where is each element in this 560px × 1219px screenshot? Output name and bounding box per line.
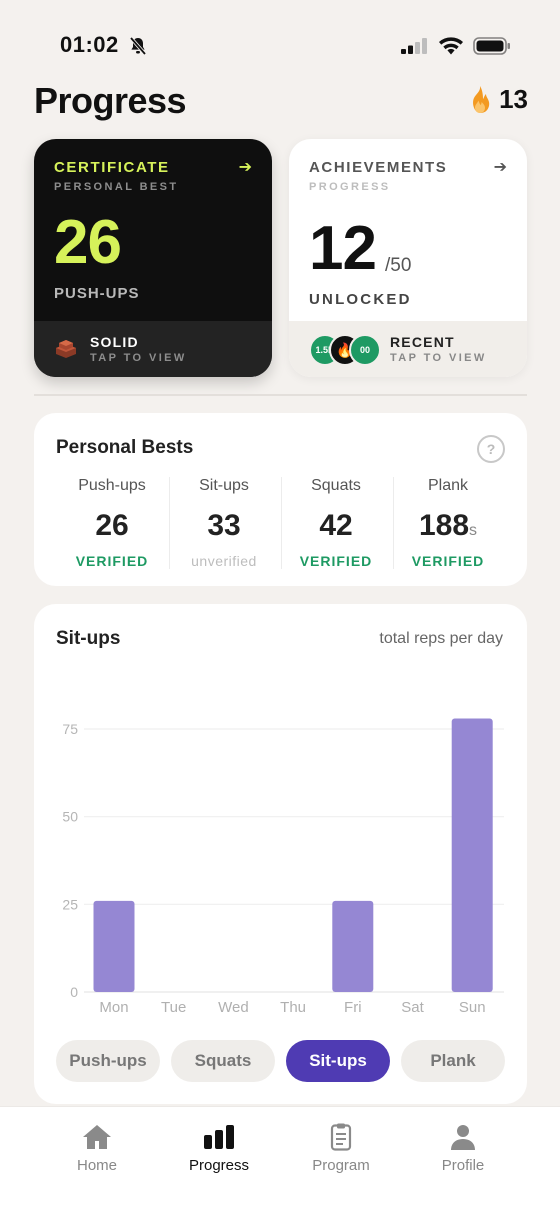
- clipboard-icon: [330, 1123, 352, 1151]
- tab-program[interactable]: Program: [291, 1123, 391, 1174]
- achievements-footer-sub: TAP TO VIEW: [390, 352, 487, 364]
- tab-bar: Home Progress Program Profile: [0, 1106, 560, 1219]
- bar-mon: [93, 900, 135, 992]
- flame-icon: [473, 85, 490, 113]
- pb-name: Squats: [311, 477, 361, 494]
- pb-status: VERIFIED: [299, 553, 373, 569]
- certificate-footer[interactable]: SOLID TAP TO VIEW: [34, 321, 272, 377]
- recent-badges: 1.5K 🔥 00: [309, 334, 381, 366]
- x-tick-label: Mon: [99, 999, 128, 1016]
- divider: [34, 394, 527, 396]
- y-tick-label: 50: [62, 809, 78, 825]
- streak-count: 13: [499, 84, 528, 114]
- pb-squats[interactable]: Squats 42 VERIFIED: [280, 475, 392, 569]
- bell-muted-icon: [129, 36, 147, 56]
- x-tick-label: Sun: [459, 999, 486, 1016]
- certificate-value: 26: [54, 208, 122, 277]
- segment-pushups[interactable]: Push-ups: [56, 1040, 160, 1082]
- y-tick-label: 25: [62, 896, 78, 912]
- bar-fri: [332, 900, 374, 992]
- chart-card: Sit-ups total reps per day 0 25 50 75 Mon Tue…: [34, 604, 527, 1104]
- tab-label: Progress: [188, 1157, 250, 1174]
- x-tick-label: Sat: [401, 999, 424, 1016]
- pb-name: Plank: [427, 477, 469, 494]
- person-icon: [451, 1125, 475, 1150]
- x-tick-label: Wed: [218, 999, 249, 1016]
- achievements-card[interactable]: ACHIEVEMENTS ➔ PROGRESS 12 /50 UNLOCKED …: [289, 139, 527, 377]
- pb-value: 42: [319, 509, 353, 542]
- pb-name: Push-ups: [78, 477, 146, 494]
- help-icon[interactable]: ?: [477, 435, 505, 463]
- achievements-total: /50: [385, 255, 412, 276]
- pb-value: 188s: [418, 509, 478, 542]
- certificate-sublabel: PERSONAL BEST: [54, 181, 179, 193]
- achievements-unit: UNLOCKED: [309, 291, 412, 308]
- tab-progress[interactable]: Progress: [169, 1123, 269, 1174]
- achievements-label: ACHIEVEMENTS: [309, 159, 448, 176]
- bar-chart: 0 25 50 75 Mon Tue Wed Thu Fri Sat Sun: [62, 718, 504, 1016]
- achievements-value: 12: [309, 214, 377, 283]
- bar-sun: [451, 718, 493, 992]
- segment-plank[interactable]: Plank: [401, 1040, 505, 1082]
- achievements-footer-title: RECENT: [390, 334, 455, 350]
- brick-icon: [56, 340, 76, 358]
- tab-label: Home: [76, 1157, 117, 1174]
- segment-situps[interactable]: Sit-ups: [286, 1040, 390, 1082]
- certificate-footer-title: SOLID: [90, 334, 139, 350]
- pb-status: VERIFIED: [411, 553, 485, 569]
- status-bar: 01:02: [0, 30, 560, 62]
- page-title: Progress: [34, 80, 187, 121]
- personal-bests-title: Personal Bests: [56, 437, 194, 458]
- wifi-icon: [439, 37, 463, 55]
- bar-chart-icon: [204, 1125, 234, 1149]
- x-tick-label: Thu: [280, 999, 306, 1016]
- y-tick-label: 75: [62, 721, 78, 737]
- segment-squats[interactable]: Squats: [171, 1040, 275, 1082]
- status-time: 01:02: [60, 32, 119, 57]
- x-tick-label: Fri: [344, 999, 362, 1016]
- pb-value: 33: [207, 509, 241, 542]
- certificate-unit: PUSH-UPS: [54, 285, 140, 302]
- battery-icon: [473, 37, 510, 55]
- pb-value: 26: [95, 509, 129, 542]
- pb-situps[interactable]: Sit-ups 33 unverified: [168, 475, 280, 569]
- achievements-sublabel: PROGRESS: [309, 181, 391, 193]
- personal-bests-card: Personal Bests ? Push-ups 26 VERIFIED Si…: [34, 413, 527, 586]
- tab-label: Program: [312, 1157, 370, 1174]
- cellular-signal-icon: [401, 38, 427, 54]
- pb-plank[interactable]: Plank 188s VERIFIED: [392, 475, 504, 569]
- home-icon: [83, 1125, 111, 1149]
- arrow-right-icon: ➔: [493, 159, 507, 176]
- x-tick-label: Tue: [161, 999, 186, 1016]
- y-tick-label: 0: [70, 984, 78, 1000]
- certificate-card[interactable]: CERTIFICATE ➔ PERSONAL BEST 26 PUSH-UPS …: [34, 139, 272, 377]
- tab-profile[interactable]: Profile: [413, 1123, 513, 1174]
- tab-label: Profile: [441, 1157, 485, 1174]
- tab-home[interactable]: Home: [47, 1123, 147, 1174]
- certificate-footer-sub: TAP TO VIEW: [90, 352, 187, 364]
- badge-100: 00: [349, 334, 381, 366]
- pb-status: unverified: [191, 553, 257, 569]
- certificate-label: CERTIFICATE: [54, 159, 170, 176]
- pb-pushups[interactable]: Push-ups 26 VERIFIED: [56, 475, 168, 569]
- arrow-right-icon: ➔: [238, 159, 252, 176]
- streak-counter[interactable]: 13: [467, 84, 528, 115]
- pb-name: Sit-ups: [199, 477, 249, 494]
- pb-status: VERIFIED: [75, 553, 149, 569]
- achievements-footer[interactable]: 1.5K 🔥 00 RECENT TAP TO VIEW: [289, 321, 527, 377]
